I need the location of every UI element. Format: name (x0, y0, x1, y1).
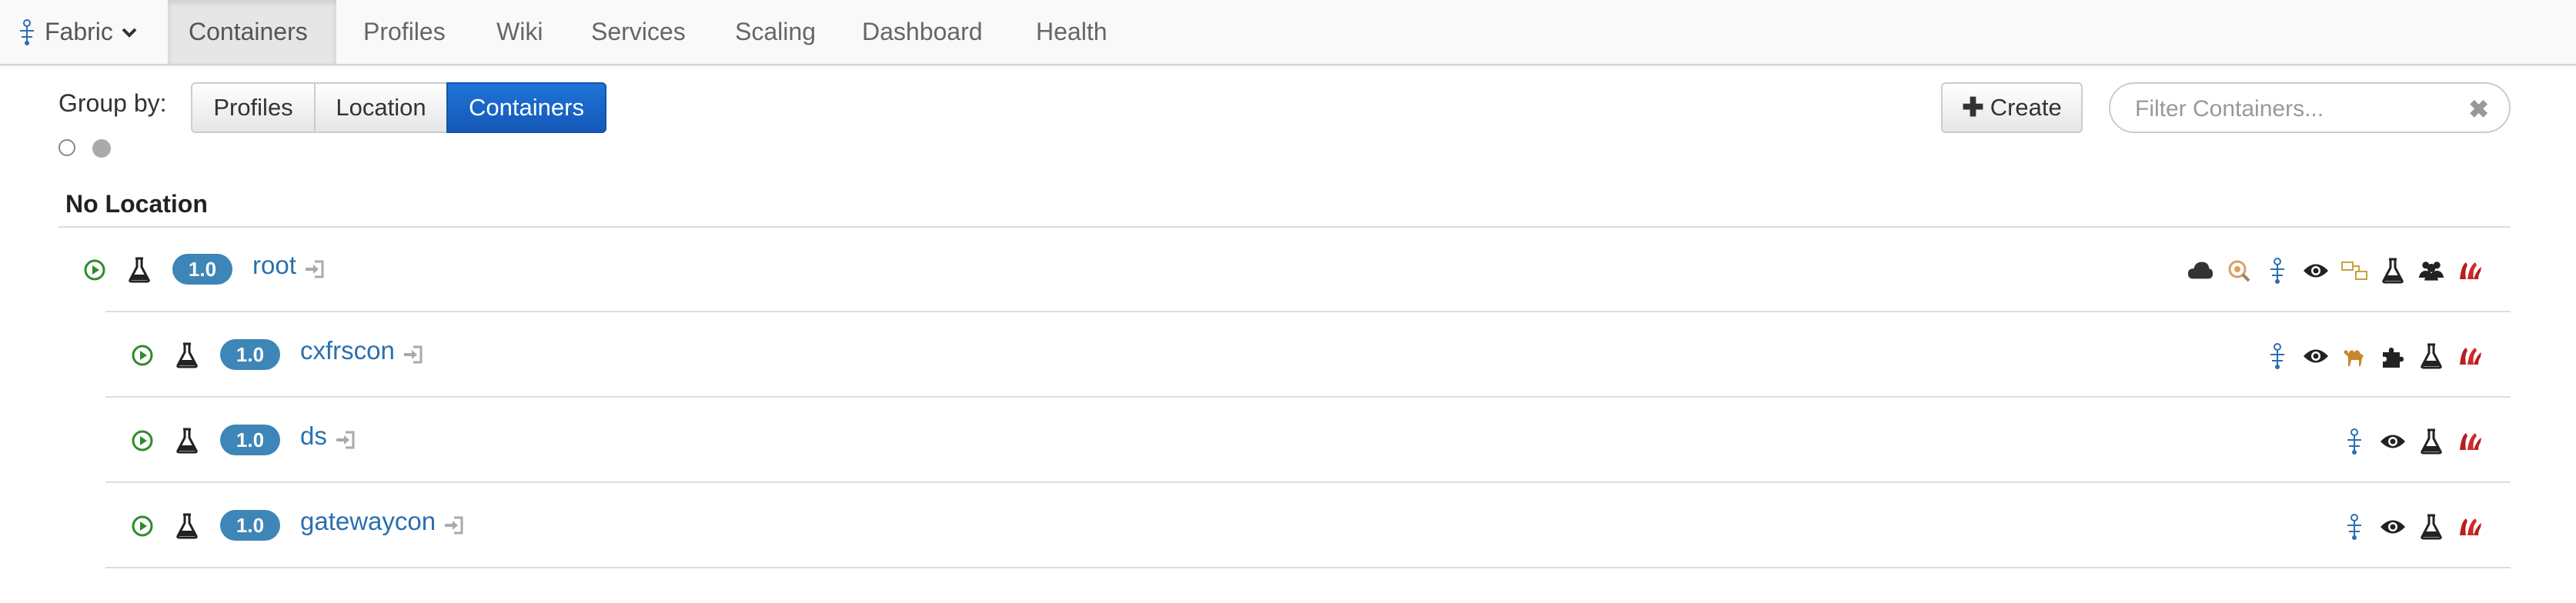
zoom-icon[interactable] (2225, 257, 2253, 285)
chevron-down-icon (122, 28, 137, 38)
running-status-icon[interactable] (131, 429, 154, 452)
container-feature-icons (2340, 511, 2484, 542)
group-by-location-button[interactable]: Location (314, 82, 448, 133)
camel-icon[interactable] (2340, 342, 2368, 370)
container-name-link[interactable]: root (252, 251, 296, 280)
jolokia-icon[interactable] (2456, 257, 2484, 285)
create-button[interactable]: ✚ Create (1941, 82, 2083, 133)
filter-containers-field: ✖ (2109, 82, 2511, 133)
fabric-icon[interactable] (2340, 513, 2368, 541)
tab-label: Scaling (735, 18, 816, 45)
fabric-icon[interactable] (2264, 342, 2291, 370)
container-row: 1.0 ds (0, 398, 2576, 483)
container-row: 1.0 cxfrscon (0, 313, 2576, 398)
version-badge[interactable]: 1.0 (220, 425, 280, 455)
container-feature-icons (2340, 426, 2484, 457)
row-divider (105, 311, 2511, 312)
clear-filter-icon[interactable]: ✖ (2468, 95, 2489, 124)
flask-icon[interactable] (2417, 513, 2445, 541)
running-status-icon[interactable] (131, 515, 154, 538)
flask-icon[interactable] (2417, 342, 2445, 370)
fabric-menu[interactable]: Fabric (17, 0, 145, 64)
container-name-link[interactable]: cxfrscon (300, 336, 395, 365)
container-row: 1.0 root (0, 228, 2576, 312)
flask-icon[interactable] (2417, 428, 2445, 455)
message-icon[interactable] (2340, 257, 2368, 285)
fabric-icon[interactable] (2340, 428, 2368, 455)
users-icon[interactable] (2417, 257, 2445, 285)
version-badge[interactable]: 1.0 (220, 339, 280, 370)
filter-containers-input[interactable] (2133, 93, 2460, 125)
group-by-buttons: Profiles Location Containers (191, 82, 606, 133)
flask-icon (175, 342, 199, 368)
flask-icon[interactable] (2379, 257, 2407, 285)
login-icon[interactable] (403, 344, 424, 365)
tab-containers[interactable]: Containers (168, 0, 336, 64)
fabric-icon[interactable] (2264, 257, 2291, 285)
tab-profiles[interactable]: Profiles (342, 0, 466, 64)
tab-label: Wiki (496, 18, 543, 45)
tab-scaling[interactable]: Scaling (714, 0, 837, 64)
group-by-profiles-button[interactable]: Profiles (191, 82, 316, 133)
flask-icon (175, 428, 199, 454)
login-icon[interactable] (304, 258, 326, 280)
tab-label: Dashboard (862, 18, 983, 45)
fabric-logo-icon (20, 18, 34, 45)
view-radio-empty[interactable] (58, 139, 75, 156)
brand-label: Fabric (45, 18, 113, 45)
row-divider (105, 481, 2511, 483)
tab-label: Services (591, 18, 686, 45)
jolokia-icon[interactable] (2456, 513, 2484, 541)
eye-icon[interactable] (2302, 342, 2330, 370)
group-by-containers-button[interactable]: Containers (446, 82, 606, 133)
tab-label: Containers (189, 18, 308, 45)
tab-wiki[interactable]: Wiki (476, 0, 563, 64)
jolokia-icon[interactable] (2456, 342, 2484, 370)
container-name-link[interactable]: gatewaycon (300, 507, 436, 536)
eye-icon[interactable] (2379, 513, 2407, 541)
tab-label: Health (1036, 18, 1108, 45)
tab-services[interactable]: Services (570, 0, 707, 64)
row-divider (105, 396, 2511, 398)
puzzle-icon[interactable] (2379, 342, 2407, 370)
running-status-icon[interactable] (83, 258, 106, 282)
jolokia-icon[interactable] (2456, 428, 2484, 455)
create-label: Create (1990, 94, 2062, 121)
version-badge[interactable]: 1.0 (220, 510, 280, 541)
row-divider (105, 567, 2511, 568)
container-row: 1.0 gatewaycon (0, 484, 2576, 568)
login-icon[interactable] (335, 429, 356, 451)
flask-icon (175, 513, 199, 539)
group-title: No Location (65, 190, 208, 218)
container-feature-icons (2187, 255, 2484, 286)
eye-icon[interactable] (2379, 428, 2407, 455)
eye-icon[interactable] (2302, 257, 2330, 285)
tab-label: Profiles (363, 18, 446, 45)
running-status-icon[interactable] (131, 344, 154, 367)
tab-health[interactable]: Health (1015, 0, 1128, 64)
flask-icon (128, 257, 151, 283)
version-badge[interactable]: 1.0 (172, 254, 232, 285)
top-navbar: Fabric Containers Profiles Wiki Services… (0, 0, 2576, 65)
plus-icon: ✚ (1962, 93, 1984, 122)
container-name-link[interactable]: ds (300, 421, 327, 451)
login-icon[interactable] (443, 515, 465, 536)
tab-dashboard[interactable]: Dashboard (841, 0, 1004, 64)
container-feature-icons (2264, 341, 2484, 371)
view-radio-selected[interactable] (92, 139, 111, 158)
cloud-icon[interactable] (2187, 257, 2214, 285)
group-by-label: Group by: (58, 89, 167, 117)
